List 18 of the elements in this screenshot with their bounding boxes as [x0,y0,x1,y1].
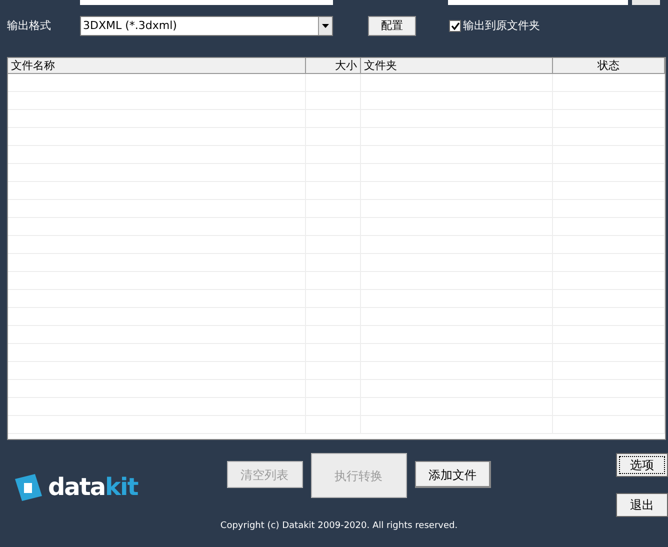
column-header[interactable]: 文件名称 [8,58,306,73]
copyright-text: Copyright (c) Datakit 2009-2020. All rights reserved. [220,520,458,533]
action-button[interactable]: 添加文件 [414,461,491,488]
side-button[interactable]: 选项 [616,453,668,477]
logo-text: datakit [48,475,138,499]
column-header[interactable]: 大小 [306,58,361,73]
browse-button[interactable] [632,0,660,5]
column-header[interactable]: 状态 [553,58,665,73]
column-header[interactable]: 文件夹 [361,58,553,73]
format-dropdown[interactable]: 3DXML (*.3dxml) [80,16,333,36]
logo-icon [15,474,42,500]
side-button[interactable]: 退出 [616,493,668,517]
input-field[interactable] [80,0,333,5]
format-label: 输出格式 [7,18,52,34]
checkbox[interactable] [449,20,461,32]
input-field[interactable] [448,0,628,5]
checkbox-label: 输出到原文件夹 [463,18,540,34]
config-button[interactable]: 配置 [368,16,416,36]
